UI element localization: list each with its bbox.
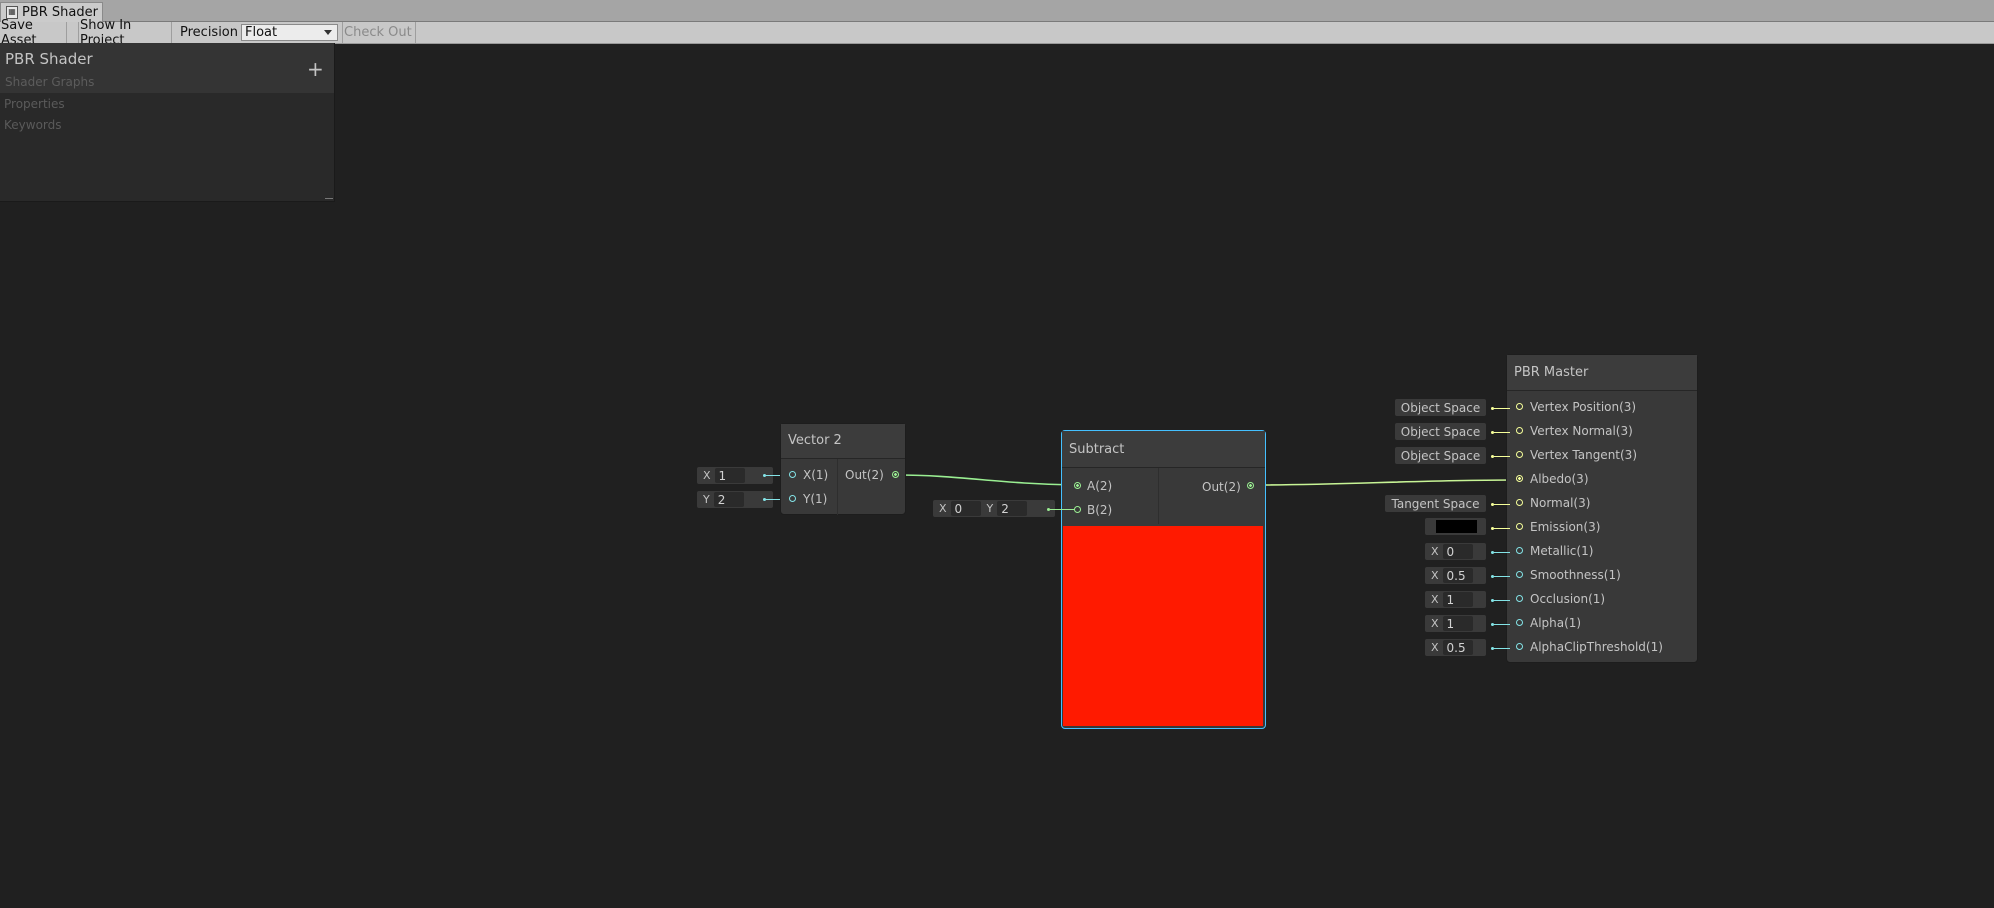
field-label: X bbox=[1431, 569, 1439, 582]
input-port-smoothness[interactable] bbox=[1516, 571, 1523, 578]
input-port-vertex-normal[interactable] bbox=[1516, 427, 1523, 434]
x-value-field[interactable]: 1 bbox=[714, 468, 745, 483]
input-port-normal[interactable] bbox=[1516, 499, 1523, 506]
edge-vector2-to-subtract bbox=[896, 474, 1076, 486]
field-label: X bbox=[1431, 617, 1439, 630]
smoothness-value-field[interactable]: 0.5 bbox=[1442, 568, 1473, 583]
node-title-bar[interactable]: Vector 2 bbox=[781, 424, 905, 459]
input-port-label: Vertex Tangent(3) bbox=[1530, 448, 1637, 462]
input-port-alpha-clip-threshold[interactable] bbox=[1516, 643, 1523, 650]
node-title: Vector 2 bbox=[788, 433, 842, 448]
field-label: X bbox=[1431, 545, 1439, 558]
inline-field-x[interactable]: X 1 bbox=[697, 467, 773, 484]
inline-field-b[interactable]: X 0 Y 2 bbox=[933, 500, 1055, 517]
space-dropdown-vertex-tangent[interactable]: Object Space bbox=[1395, 447, 1486, 464]
alpha-field[interactable]: X 1 bbox=[1425, 615, 1486, 632]
input-port-label: Vertex Position(3) bbox=[1530, 400, 1637, 414]
node-title-bar[interactable]: PBR Master bbox=[1507, 355, 1697, 391]
output-port[interactable] bbox=[892, 471, 899, 478]
field-label: X bbox=[1431, 641, 1439, 654]
node-title: PBR Master bbox=[1514, 365, 1589, 380]
input-port-label: Vertex Normal(3) bbox=[1530, 424, 1633, 438]
node-preview bbox=[1063, 526, 1263, 726]
input-port-albedo[interactable] bbox=[1516, 475, 1523, 482]
input-port-b[interactable] bbox=[1074, 506, 1081, 513]
input-port-emission[interactable] bbox=[1516, 523, 1523, 530]
input-port-vertex-tangent[interactable] bbox=[1516, 451, 1523, 458]
output-port[interactable] bbox=[1247, 482, 1254, 489]
input-port-y[interactable] bbox=[789, 495, 796, 502]
field-label: Y bbox=[986, 502, 994, 515]
node-title-bar[interactable]: Subtract bbox=[1062, 431, 1265, 468]
input-port-a[interactable] bbox=[1074, 482, 1081, 489]
input-port-label: Metallic(1) bbox=[1530, 544, 1594, 558]
field-label: X bbox=[1431, 593, 1439, 606]
field-label: Y bbox=[703, 493, 710, 506]
emission-color-field[interactable] bbox=[1425, 518, 1486, 535]
output-port-label: Out(2) bbox=[845, 468, 884, 482]
input-port-label: Y(1) bbox=[803, 492, 828, 506]
inline-field-y[interactable]: Y 2 bbox=[697, 491, 773, 508]
field-label: X bbox=[939, 502, 947, 515]
x-value-field[interactable]: 0 bbox=[950, 501, 981, 516]
space-dropdown-vertex-position[interactable]: Object Space bbox=[1395, 399, 1486, 416]
metallic-value-field[interactable]: 0 bbox=[1442, 544, 1473, 559]
alpha-clip-threshold-field[interactable]: X 0.5 bbox=[1425, 639, 1486, 656]
smoothness-field[interactable]: X 0.5 bbox=[1425, 567, 1486, 584]
input-port-label: A(2) bbox=[1087, 479, 1113, 493]
space-dropdown-vertex-normal[interactable]: Object Space bbox=[1395, 423, 1486, 440]
output-port-label: Out(2) bbox=[1202, 480, 1241, 494]
input-port-label: B(2) bbox=[1087, 503, 1113, 517]
alpha-clip-threshold-value-field[interactable]: 0.5 bbox=[1442, 640, 1473, 655]
input-port-occlusion[interactable] bbox=[1516, 595, 1523, 602]
y-value-field[interactable]: 2 bbox=[997, 501, 1028, 516]
input-port-x[interactable] bbox=[789, 471, 796, 478]
pbr-master-node[interactable]: PBR Master Vertex Position(3) Vertex Nor… bbox=[1506, 354, 1698, 663]
input-port-label: Normal(3) bbox=[1530, 496, 1591, 510]
input-port-label: Occlusion(1) bbox=[1530, 592, 1606, 606]
input-port-label: Smoothness(1) bbox=[1530, 568, 1621, 582]
metallic-field[interactable]: X 0 bbox=[1425, 543, 1486, 560]
node-title: Subtract bbox=[1069, 442, 1125, 457]
input-port-metallic[interactable] bbox=[1516, 547, 1523, 554]
input-port-label: Alpha(1) bbox=[1530, 616, 1582, 630]
space-dropdown-normal[interactable]: Tangent Space bbox=[1385, 495, 1486, 512]
alpha-value-field[interactable]: 1 bbox=[1442, 616, 1473, 631]
input-port-label: AlphaClipThreshold(1) bbox=[1530, 640, 1663, 654]
input-port-vertex-position[interactable] bbox=[1516, 403, 1523, 410]
y-value-field[interactable]: 2 bbox=[713, 492, 744, 507]
color-swatch[interactable] bbox=[1436, 520, 1477, 533]
occlusion-value-field[interactable]: 1 bbox=[1442, 592, 1473, 607]
input-port-alpha[interactable] bbox=[1516, 619, 1523, 626]
vector2-node[interactable]: Vector 2 X(1) Y(1) Out(2) bbox=[780, 423, 906, 515]
input-port-label: Emission(3) bbox=[1530, 520, 1601, 534]
occlusion-field[interactable]: X 1 bbox=[1425, 591, 1486, 608]
input-port-label: X(1) bbox=[803, 468, 829, 482]
subtract-node[interactable]: Subtract A(2) B(2) Out(2) bbox=[1061, 430, 1266, 729]
field-label: X bbox=[703, 469, 711, 482]
input-port-label: Albedo(3) bbox=[1530, 472, 1589, 486]
edge-subtract-to-albedo bbox=[1254, 479, 1517, 486]
